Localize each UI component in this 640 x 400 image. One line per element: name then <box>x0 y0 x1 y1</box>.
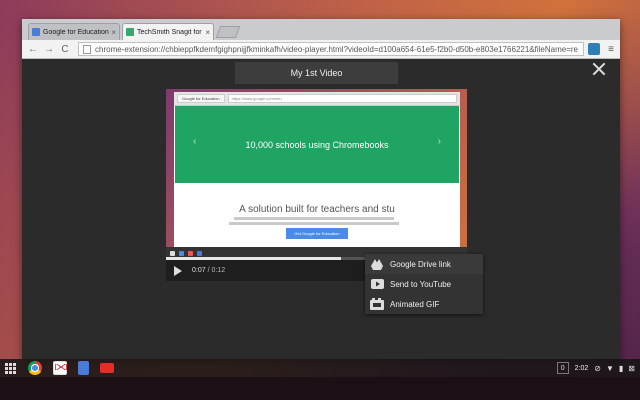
duration: / 0:12 <box>207 267 226 274</box>
url-text: chrome-extension://chbieppfkdemfgighpnij… <box>95 44 578 54</box>
share-menu: Google Drive link Send to YouTube Animat… <box>365 254 483 314</box>
share-animated-gif[interactable]: Animated GIF <box>365 294 483 314</box>
hero-text: 10,000 schools using Chromebooks <box>245 139 389 150</box>
overview-icon: ⊠ <box>628 363 635 373</box>
chevron-left-icon: ‹ <box>193 136 197 147</box>
launcher-icon <box>170 251 175 256</box>
video-hero-banner: ‹ 10,000 schools using Chromebooks › <box>175 106 459 183</box>
current-time: 0:07 <box>192 267 206 274</box>
gif-icon <box>369 297 385 311</box>
tab-title: TechSmith Snagit for Goo <box>137 28 203 36</box>
new-tab-button[interactable] <box>215 26 241 38</box>
snagit-extension-icon[interactable] <box>588 43 600 55</box>
menu-icon[interactable]: ≡ <box>606 44 616 55</box>
back-arrow-icon[interactable]: ← <box>26 42 40 56</box>
reload-icon[interactable]: C <box>58 42 72 56</box>
chrome-icon <box>179 251 184 256</box>
video-cta-button: Get Google for Education <box>286 228 348 239</box>
video-subtext-line <box>229 222 399 225</box>
gmail-icon <box>188 251 193 256</box>
address-bar[interactable]: chrome-extension://chbieppfkdemfgighpnij… <box>78 42 584 56</box>
time-display: 0:07 / 0:12 <box>192 267 225 274</box>
snagit-favicon-icon <box>126 28 134 36</box>
no-signal-icon: ⊘ <box>594 363 601 373</box>
page-icon <box>83 44 91 54</box>
notification-count[interactable]: 0 <box>556 362 569 374</box>
google-favicon-icon <box>32 28 40 36</box>
tab-google-for-education[interactable]: Google for Education: A × <box>28 23 120 40</box>
docs-icon[interactable] <box>78 361 89 375</box>
youtube-icon <box>369 277 385 291</box>
browser-toolbar: ← → C chrome-extension://chbieppfkdemfgi… <box>22 40 620 59</box>
battery-icon: ▮ <box>618 363 624 373</box>
os-shelf: 0 2:02 ⊘ ▼ ▮ ⊠ <box>0 359 640 377</box>
video-headline: A solution built for teachers and stu <box>239 204 395 215</box>
share-item-label: Google Drive link <box>390 259 451 269</box>
close-icon[interactable] <box>590 61 608 79</box>
youtube-icon[interactable] <box>100 363 114 373</box>
video-inner-toolbar: Google for Education https://www.google.… <box>174 92 460 106</box>
docs-icon <box>197 251 202 256</box>
tab-close-icon[interactable]: × <box>205 28 210 37</box>
video-frame[interactable]: Google for Education https://www.google.… <box>166 89 467 260</box>
tab-close-icon[interactable]: × <box>111 28 116 37</box>
screen-bottom-edge <box>0 377 640 400</box>
gmail-icon[interactable] <box>53 361 67 375</box>
app-launcher-icon[interactable] <box>3 361 17 375</box>
video-inner-tab: Google for Education <box>177 94 225 103</box>
share-send-to-youtube[interactable]: Send to YouTube <box>365 274 483 294</box>
google-drive-icon <box>369 257 385 271</box>
browser-window: Google for Education: A × TechSmith Snag… <box>22 19 620 359</box>
video-player-page: My 1st Video Google for Education https:… <box>22 59 620 359</box>
chevron-right-icon: › <box>437 136 441 147</box>
clock[interactable]: 2:02 <box>575 365 589 372</box>
system-tray[interactable]: 0 2:02 ⊘ ▼ ▮ ⊠ <box>556 359 640 377</box>
share-item-label: Animated GIF <box>390 299 440 309</box>
video-inner-browser: Google for Education https://www.google.… <box>174 92 460 250</box>
tab-strip: Google for Education: A × TechSmith Snag… <box>22 19 620 40</box>
chrome-icon[interactable] <box>28 361 42 375</box>
share-google-drive-link[interactable]: Google Drive link <box>365 254 483 274</box>
video-inner-url: https://www.google.com/edu <box>227 94 457 103</box>
video-subtext-line <box>234 217 394 220</box>
video-title[interactable]: My 1st Video <box>235 62 398 84</box>
play-icon[interactable] <box>166 260 190 281</box>
share-item-label: Send to YouTube <box>390 279 452 289</box>
tab-title: Google for Education: A <box>43 28 110 36</box>
forward-arrow-icon[interactable]: → <box>42 42 56 56</box>
tab-snagit[interactable]: TechSmith Snagit for Goo × <box>122 23 214 40</box>
wifi-icon: ▼ <box>605 363 614 373</box>
